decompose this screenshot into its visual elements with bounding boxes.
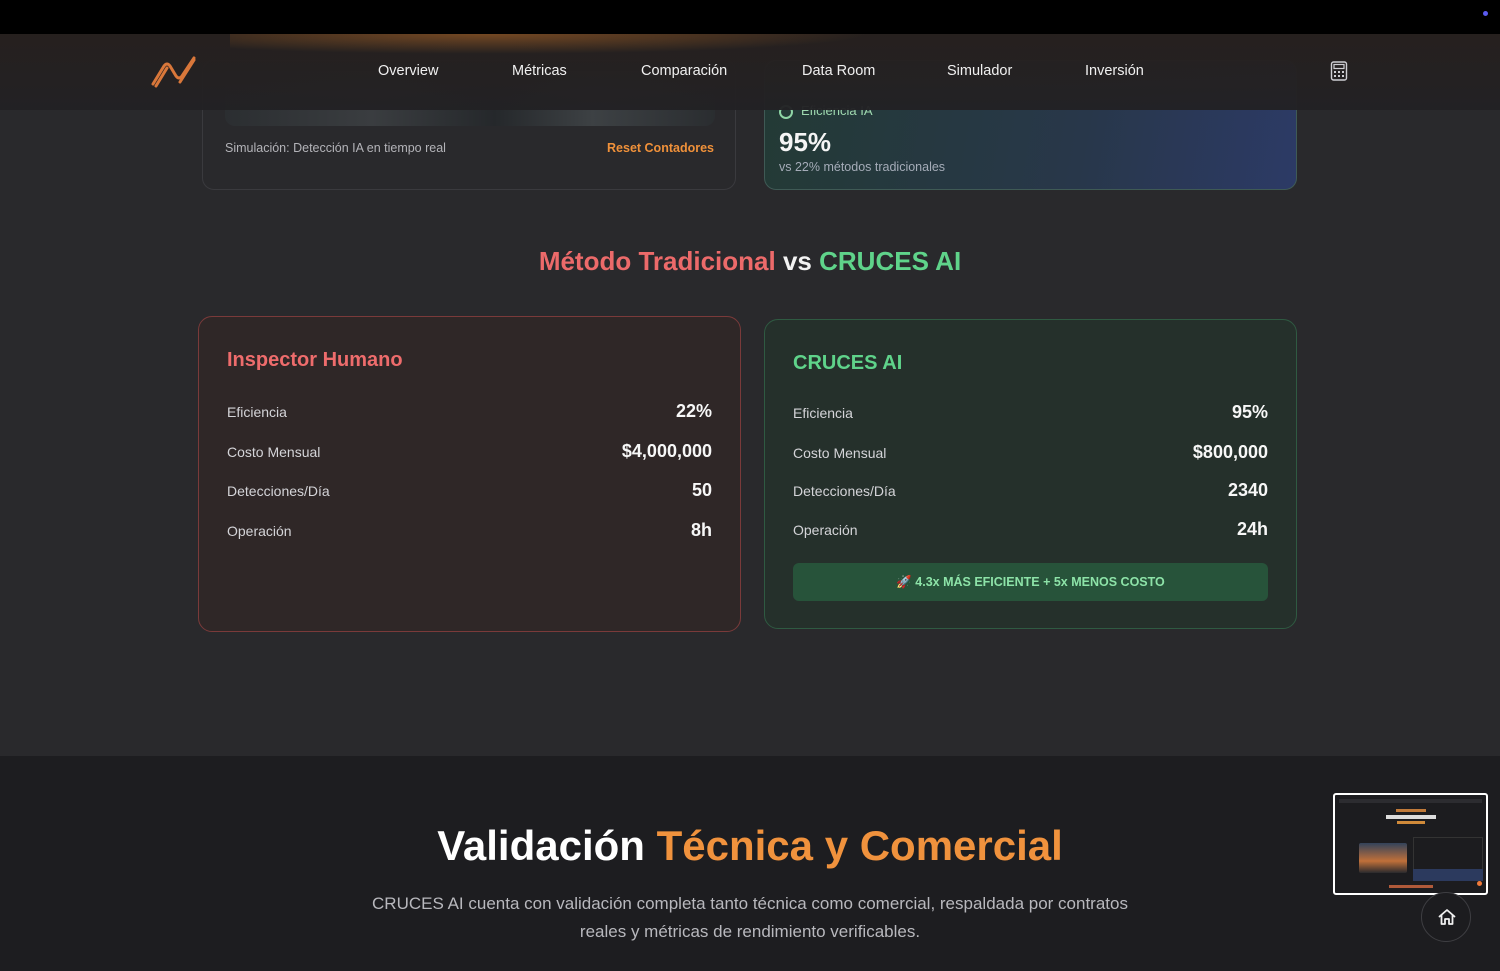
row-label: Costo Mensual bbox=[793, 445, 887, 461]
ai-row-detections: Detecciones/Día 2340 bbox=[793, 480, 1268, 504]
row-value: 95% bbox=[1231, 402, 1268, 422]
row-label: Operación bbox=[793, 522, 858, 538]
simulation-caption: Simulación: Detección IA en tiempo real bbox=[225, 141, 446, 155]
home-button[interactable] bbox=[1421, 892, 1471, 942]
ai-row-operation: Operación 24h bbox=[793, 519, 1268, 543]
preview-line bbox=[1388, 885, 1433, 888]
validation-title: Validación Técnica y Comercial bbox=[0, 822, 1500, 870]
row-value: $800,000 bbox=[1192, 442, 1268, 462]
reset-counters-button[interactable]: Reset Contadores bbox=[607, 141, 714, 155]
ai-card-title: CRUCES AI bbox=[793, 352, 903, 374]
status-dot bbox=[1483, 11, 1488, 16]
ai-row-efficiency: Eficiencia 95% bbox=[793, 402, 1268, 426]
human-inspector-card: Inspector Humano Eficiencia 22% Costo Me… bbox=[198, 316, 741, 632]
top-bar bbox=[0, 0, 1500, 34]
home-icon bbox=[1438, 909, 1456, 925]
heading-vs: vs bbox=[782, 246, 812, 276]
cruces-ai-card: CRUCES AI Eficiencia 95% Costo Mensual $… bbox=[764, 319, 1297, 629]
top-nav: Overview Métricas Comparación Data Room … bbox=[0, 34, 1500, 110]
calculator-icon[interactable] bbox=[1330, 61, 1348, 81]
preview-line bbox=[1396, 821, 1425, 824]
row-value: 2340 bbox=[1227, 480, 1268, 500]
human-row-cost: Costo Mensual $4,000,000 bbox=[227, 441, 712, 465]
preview-line bbox=[1385, 815, 1436, 819]
ai-efficiency-value: 95% bbox=[779, 127, 832, 157]
comparison-heading: Método Tradicional vs CRUCES AI bbox=[0, 246, 1500, 277]
row-value: 24h bbox=[1236, 519, 1268, 539]
validation-title-white: Validación bbox=[437, 822, 645, 869]
nav-glow bbox=[230, 34, 870, 54]
nav-simulador[interactable]: Simulador bbox=[947, 63, 1012, 79]
preview-panel-highlight bbox=[1413, 869, 1483, 881]
nav-metricas[interactable]: Métricas bbox=[512, 63, 567, 79]
human-row-detections: Detecciones/Día 50 bbox=[227, 480, 712, 504]
ai-efficiency-sub: vs 22% métodos tradicionales bbox=[779, 160, 946, 174]
preview-dot bbox=[1477, 881, 1482, 886]
row-value: 22% bbox=[675, 401, 712, 421]
page-preview-thumbnail[interactable] bbox=[1333, 793, 1488, 895]
row-value: $4,000,000 bbox=[621, 441, 712, 461]
validation-section: Validación Técnica y Comercial CRUCES AI… bbox=[0, 756, 1500, 971]
row-value: 50 bbox=[691, 480, 712, 500]
wave-logo-icon[interactable] bbox=[150, 54, 198, 90]
ai-row-cost: Costo Mensual $800,000 bbox=[793, 442, 1268, 466]
row-label: Detecciones/Día bbox=[793, 483, 896, 499]
preview-line bbox=[1395, 809, 1426, 812]
nav-comparacion[interactable]: Comparación bbox=[641, 63, 727, 79]
human-card-title: Inspector Humano bbox=[227, 349, 403, 371]
row-label: Eficiencia bbox=[227, 404, 287, 420]
row-label: Eficiencia bbox=[793, 405, 853, 421]
heading-traditional: Método Tradicional bbox=[538, 246, 776, 276]
validation-description: CRUCES AI cuenta con validación completa… bbox=[372, 894, 1128, 941]
human-row-efficiency: Eficiencia 22% bbox=[227, 401, 712, 425]
nav-overview[interactable]: Overview bbox=[378, 63, 438, 79]
nav-inversion[interactable]: Inversión bbox=[1085, 63, 1144, 79]
nav-data-room[interactable]: Data Room bbox=[802, 63, 875, 79]
human-row-operation: Operación 8h bbox=[227, 520, 712, 544]
validation-title-orange: Técnica y Comercial bbox=[656, 822, 1063, 869]
preview-nav bbox=[1339, 799, 1482, 803]
heading-ai: CRUCES AI bbox=[819, 246, 962, 276]
ai-advantage-banner: 🚀 4.3x MÁS EFICIENTE + 5x MENOS COSTO bbox=[793, 563, 1268, 601]
row-label: Operación bbox=[227, 523, 292, 539]
preview-image bbox=[1359, 843, 1407, 873]
row-label: Detecciones/Día bbox=[227, 483, 330, 499]
row-value: 8h bbox=[690, 520, 712, 540]
row-label: Costo Mensual bbox=[227, 444, 321, 460]
